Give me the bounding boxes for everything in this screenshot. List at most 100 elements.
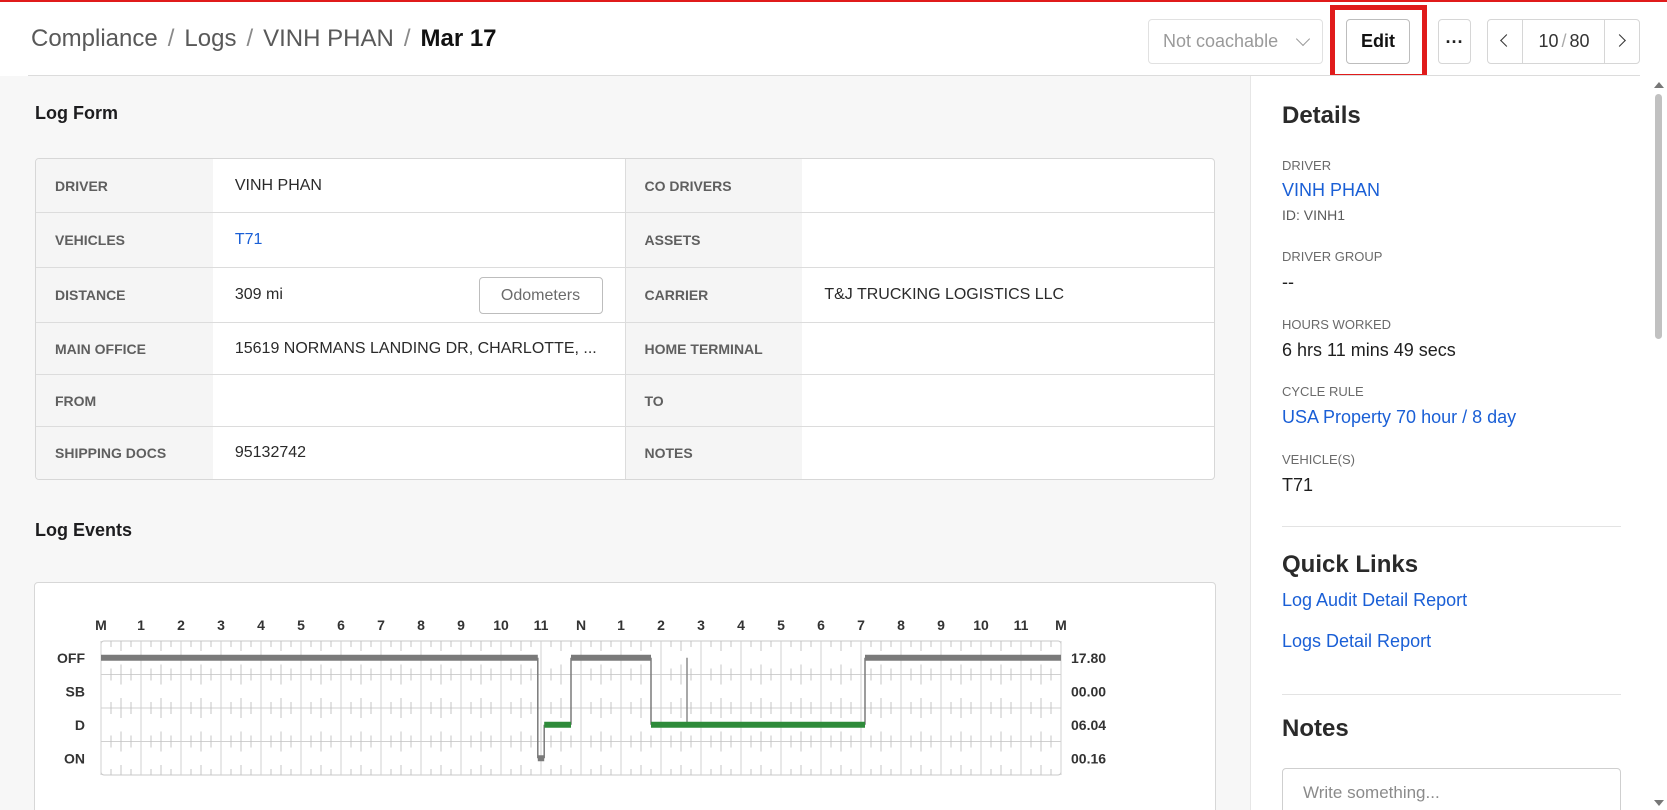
form-row: MAIN OFFICE 15619 NORMANS LANDING DR, CH… [36,323,1214,375]
graph-hour-label: 5 [297,617,305,633]
main-office-value: 15619 NORMANS LANDING DR, CHARLOTTE, ... [213,323,626,374]
odometers-button[interactable]: Odometers [478,277,603,314]
notes-value [802,427,1214,479]
vehicles-label: VEHICLE(S) [1282,452,1355,467]
pager-current: 10 [1538,31,1559,51]
form-label: FROM [36,375,213,426]
form-label: DISTANCE [36,268,213,322]
chevron-down-icon [1295,31,1311,47]
quick-links-title: Quick Links [1282,551,1419,578]
form-label: CO DRIVERS [625,159,803,212]
graph-hour-label: 3 [217,617,225,633]
form-row: DRIVER VINH PHAN CO DRIVERS [36,159,1214,213]
graph-hour-label: 6 [817,617,825,633]
details-title: Details [1282,102,1361,129]
form-label: MAIN OFFICE [36,323,213,374]
log-pager: 10/80 [1487,19,1640,64]
coachable-select[interactable]: Not coachable [1148,19,1323,64]
home-terminal-value [802,323,1214,374]
vehicles-value: T71 [213,213,626,267]
form-label: TO [625,375,803,426]
form-row: VEHICLES T71 ASSETS [36,213,1214,268]
scroll-up-arrow[interactable] [1654,82,1664,88]
chevron-left-icon [1500,34,1513,47]
breadcrumb-driver[interactable]: VINH PHAN [263,25,394,53]
breadcrumb-separator: / [246,25,254,52]
status-total-off: 17.80 [1071,650,1106,666]
page-header: Compliance / Logs / VINH PHAN / Mar 17 Not coa… [0,2,1667,79]
vehicle-link[interactable]: T71 [235,231,263,249]
edit-button[interactable]: Edit [1346,19,1410,64]
next-log-button[interactable] [1604,20,1639,63]
status-label-off: OFF [57,650,85,666]
driver-group-value: -- [1282,272,1294,292]
page-scrollbar[interactable] [1650,76,1667,810]
hos-log-graph: M 1 2 3 4 5 6 7 8 9 10 11 N 1 2 3 4 5 6 7 8 9 10 11 M OFF 17.80 SB 0… [57,617,1106,776]
pager-count: 10/80 [1523,31,1605,52]
breadcrumb-current-date: Mar 17 [420,25,497,52]
breadcrumb-separator: / [167,25,175,52]
graph-hour-label: 2 [177,617,185,633]
log-events-card: M 1 2 3 4 5 6 7 8 9 10 11 N 1 2 3 4 5 6 7 8 9 10 11 M OFF 17.80 SB 0… [34,582,1216,810]
graph-hour-label: 4 [257,617,265,633]
coachable-select-value: Not coachable [1163,31,1279,51]
status-label-on: ON [64,750,85,766]
assets-value [802,213,1214,267]
logs-detail-report-link[interactable]: Logs Detail Report [1282,631,1431,652]
graph-hour-label: N [576,617,586,633]
from-value [213,375,626,426]
notes-title: Notes [1282,715,1349,742]
pager-separator: / [1561,31,1567,51]
scrollbar-thumb[interactable] [1655,94,1662,339]
form-label: SHIPPING DOCS [36,427,213,479]
notes-input[interactable]: Write something... [1282,768,1621,810]
shipping-docs-value: 95132742 [213,427,626,479]
more-options-button[interactable]: ··· [1438,19,1471,64]
scroll-down-arrow[interactable] [1654,800,1664,806]
main-office-text: 15619 NORMANS LANDING DR, CHARLOTTE, ... [234,339,597,357]
graph-hour-label: 8 [897,617,905,633]
log-events-title: Log Events [35,520,133,540]
graph-hour-label: 5 [777,617,785,633]
hours-worked-label: HOURS WORKED [1282,317,1392,332]
graph-hour-label: M [1055,617,1067,633]
panel-divider [1282,526,1621,527]
graph-hour-label: 9 [457,617,465,633]
previous-log-button[interactable] [1488,20,1523,63]
cycle-rule-link[interactable]: USA Property 70 hour / 8 day [1282,407,1516,428]
chevron-right-icon [1613,34,1626,47]
form-row: DISTANCE 309 mi Odometers CARRIER T&J TR… [36,268,1214,323]
graph-hour-label: 4 [737,617,745,633]
driver-group-label: DRIVER GROUP [1282,249,1383,264]
graph-hour-label: 6 [337,617,345,633]
graph-hour-label: M [95,617,107,633]
log-form-title: Log Form [35,103,118,123]
form-label: ASSETS [625,213,803,267]
graph-hour-label: 8 [417,617,425,633]
co-drivers-value [802,159,1214,212]
status-total-sb: 00.00 [1071,683,1106,699]
form-label: CARRIER [625,268,803,322]
form-label: VEHICLES [36,213,213,267]
form-label: NOTES [625,427,803,479]
graph-hour-label: 11 [1014,617,1029,633]
status-total-on: 00.16 [1071,750,1106,766]
main-content: Log Form DRIVER VINH PHAN CO DRIVERS VEH… [0,76,1250,810]
driver-id: ID: VINH1 [1282,207,1346,223]
driver-label: DRIVER [1282,158,1332,173]
breadcrumb: Compliance / Logs / VINH PHAN / Mar 17 [31,25,497,53]
breadcrumb-logs[interactable]: Logs [184,25,236,53]
driver-name-link[interactable]: VINH PHAN [1282,180,1380,201]
vehicles-value: T71 [1282,475,1314,495]
form-row: SHIPPING DOCS 95132742 NOTES [36,427,1214,479]
breadcrumb-separator: / [403,25,411,52]
breadcrumb-compliance[interactable]: Compliance [31,25,158,53]
graph-hour-label: 2 [657,617,665,633]
status-label-d: D [75,717,85,733]
log-audit-detail-report-link[interactable]: Log Audit Detail Report [1282,590,1467,611]
status-total-d: 06.04 [1071,717,1106,733]
details-panel: Details DRIVER VINH PHAN ID: VINH1 DRIVE… [1250,76,1650,810]
driver-value: VINH PHAN [213,159,626,212]
form-label: HOME TERMINAL [625,323,803,374]
carrier-value: T&J TRUCKING LOGISTICS LLC [824,286,1065,303]
